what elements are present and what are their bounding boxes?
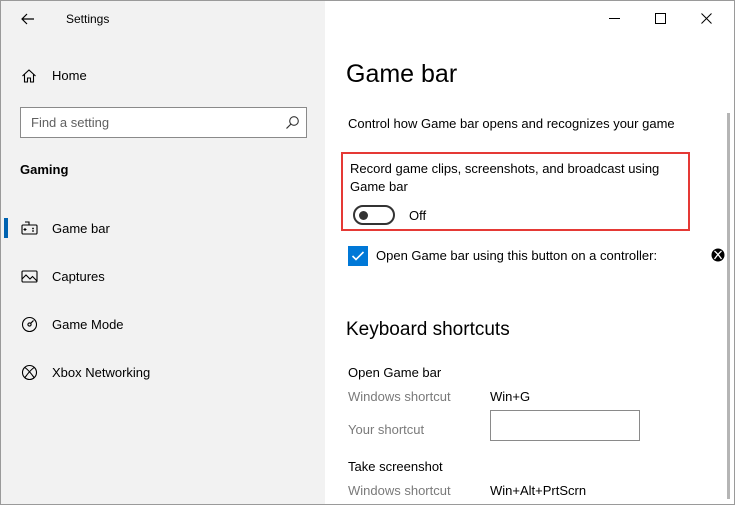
sidebar-item-label: Captures bbox=[52, 269, 105, 284]
checkmark-icon bbox=[351, 251, 365, 261]
sidebar-item-captures[interactable]: Captures bbox=[1, 259, 325, 293]
shortcut-group-title: Take screenshot bbox=[348, 459, 443, 474]
record-setting-label: Record game clips, screenshots, and broa… bbox=[350, 161, 660, 194]
sidebar-item-game-mode[interactable]: Game Mode bbox=[1, 307, 325, 341]
windows-shortcut-value: Win+Alt+PrtScrn bbox=[490, 483, 587, 498]
window-title: Settings bbox=[66, 12, 110, 26]
sidebar-section-title: Gaming bbox=[20, 162, 69, 177]
sidebar: Settings Home Gaming Game bar bbox=[1, 1, 325, 504]
sidebar-item-label: Xbox Networking bbox=[52, 365, 151, 380]
game-mode-icon bbox=[21, 316, 38, 333]
controller-checkbox-label: Open Game bar using this button on a con… bbox=[376, 248, 658, 263]
captures-icon bbox=[21, 270, 38, 283]
minimize-icon bbox=[608, 17, 620, 19]
title-bar: Settings bbox=[1, 1, 325, 37]
sidebar-item-label: Game Mode bbox=[52, 317, 124, 332]
xbox-icon bbox=[21, 364, 38, 381]
settings-window: Settings Home Gaming Game bar bbox=[0, 0, 735, 505]
your-shortcut-label: Your shortcut bbox=[348, 422, 425, 437]
close-button[interactable] bbox=[683, 1, 729, 35]
toggle-knob bbox=[359, 211, 368, 220]
page-title: Game bar bbox=[346, 60, 458, 88]
sidebar-item-label: Game bar bbox=[52, 221, 110, 236]
highlight-box: Record game clips, screenshots, and broa… bbox=[341, 152, 690, 231]
windows-shortcut-label: Windows shortcut bbox=[348, 483, 451, 498]
active-indicator bbox=[4, 218, 8, 238]
back-arrow-icon bbox=[21, 13, 34, 25]
maximize-icon bbox=[654, 12, 666, 24]
shortcut-group-title: Open Game bar bbox=[348, 365, 442, 380]
back-button[interactable] bbox=[15, 7, 41, 31]
home-icon bbox=[22, 69, 36, 83]
close-icon bbox=[700, 12, 712, 24]
page-description: Control how Game bar opens and recognize… bbox=[348, 116, 675, 131]
record-toggle[interactable] bbox=[353, 205, 395, 225]
xbox-button-icon bbox=[711, 248, 725, 262]
toggle-state-label: Off bbox=[409, 208, 427, 223]
home-label: Home bbox=[52, 68, 87, 83]
sidebar-item-game-bar[interactable]: Game bar bbox=[1, 211, 325, 245]
sidebar-item-home[interactable]: Home bbox=[1, 61, 325, 91]
controller-checkbox[interactable] bbox=[348, 246, 368, 266]
sidebar-item-xbox-networking[interactable]: Xbox Networking bbox=[1, 355, 325, 389]
windows-shortcut-value: Win+G bbox=[490, 389, 531, 404]
main-content: Game bar Control how Game bar opens and … bbox=[325, 1, 734, 504]
scrollbar[interactable] bbox=[727, 113, 730, 499]
search-box[interactable] bbox=[20, 107, 307, 138]
your-shortcut-input[interactable] bbox=[490, 410, 640, 441]
keyboard-shortcuts-heading: Keyboard shortcuts bbox=[346, 319, 510, 340]
search-input[interactable] bbox=[21, 108, 271, 137]
minimize-button[interactable] bbox=[591, 1, 637, 35]
maximize-button[interactable] bbox=[637, 1, 683, 35]
search-icon[interactable] bbox=[285, 115, 300, 130]
game-bar-icon bbox=[21, 221, 38, 235]
windows-shortcut-label: Windows shortcut bbox=[348, 389, 451, 404]
controller-option: Open Game bar using this button on a con… bbox=[348, 246, 725, 266]
